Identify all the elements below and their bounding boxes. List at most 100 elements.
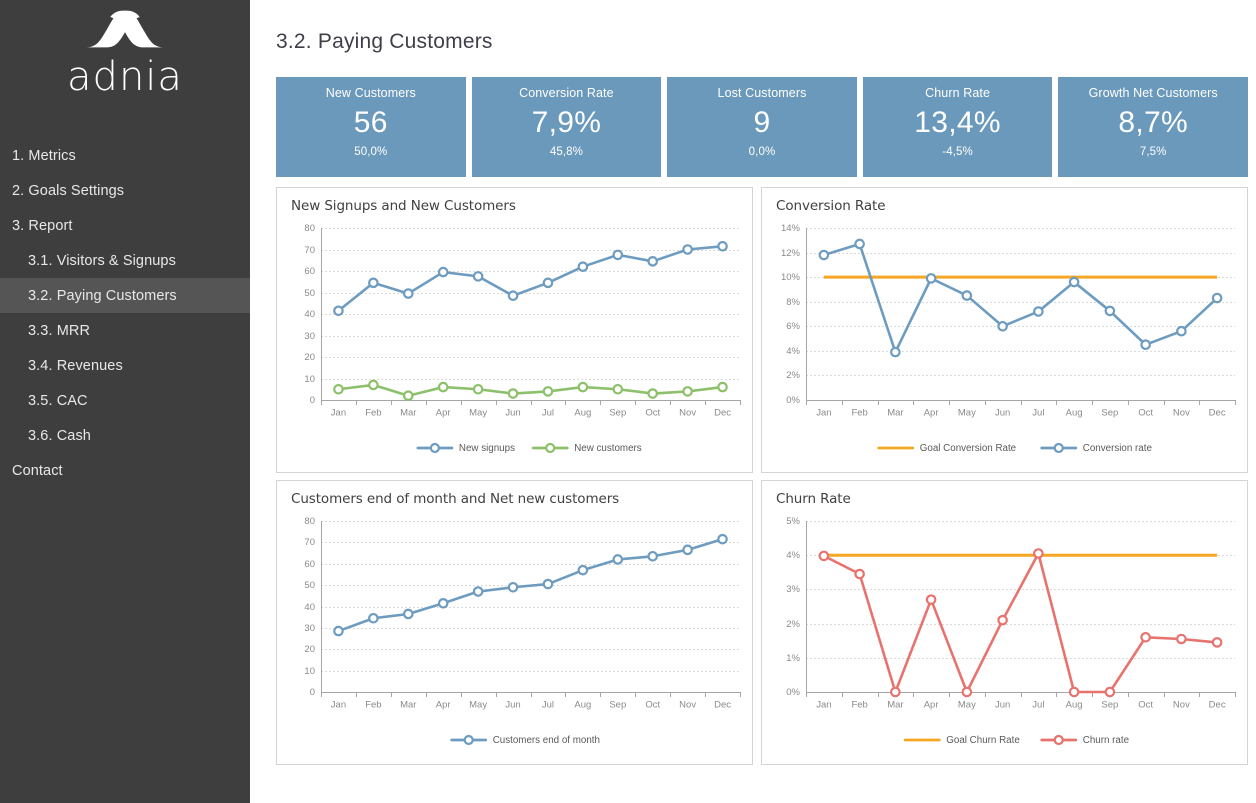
legend-marker xyxy=(463,734,474,746)
data-point-marker xyxy=(542,386,554,397)
sidebar-item-label: Contact xyxy=(12,462,63,479)
chart-grid: New Signups and New Customers 0 10 20 30 40 50… xyxy=(276,187,1248,765)
y-tick-label: 2% xyxy=(786,619,800,630)
data-point-marker xyxy=(1068,276,1080,288)
sidebar-item-3-4-revenues[interactable]: 3.4. Revenues xyxy=(0,348,250,383)
data-point-marker xyxy=(854,238,865,250)
x-tick-label: Oct xyxy=(645,407,660,418)
x-tick-label: Mar xyxy=(887,407,903,418)
kpi-value: 9 xyxy=(753,106,771,139)
data-point-marker xyxy=(507,290,519,302)
x-tick-label: Oct xyxy=(1138,407,1153,418)
sidebar-item-3-1-visitors-signups[interactable]: 3.1. Visitors & Signups xyxy=(0,243,250,278)
sidebar-item-label: 3.4. Revenues xyxy=(28,357,123,374)
brand-logo: adnia xyxy=(0,0,250,110)
y-tick-label: 10 xyxy=(304,374,315,385)
data-point-marker xyxy=(1211,292,1223,304)
sidebar-item-contact[interactable]: Contact xyxy=(0,453,250,488)
data-point-marker xyxy=(961,290,973,301)
sidebar-nav: 1. Metrics 2. Goals Settings 3. Report 3.1.… xyxy=(0,138,250,488)
kpi-value: 8,7% xyxy=(1118,106,1188,139)
data-point-marker xyxy=(1140,339,1151,351)
x-tick-label: Jan xyxy=(331,407,346,418)
x-tick-label: Dec xyxy=(1209,407,1226,418)
y-tick-label: 80 xyxy=(304,223,315,234)
y-tick-label: 40 xyxy=(304,602,315,613)
y-tick-label: 6% xyxy=(786,321,800,332)
y-tick-label: 20 xyxy=(304,352,315,363)
kpi-value: 13,4% xyxy=(914,106,1001,139)
x-tick-label: Sep xyxy=(1101,407,1118,418)
kpi-card-lost-customers[interactable]: Lost Customers 9 0,0% xyxy=(667,77,857,177)
kpi-card-conversion-rate[interactable]: Conversion Rate 7,9% 45,8% xyxy=(471,77,662,177)
data-point-marker xyxy=(647,388,659,399)
y-tick-label: 2% xyxy=(786,370,800,381)
y-tick-label: 0 xyxy=(310,395,315,406)
kpi-card-churn-rate[interactable]: Churn Rate 13,4% -4,5% xyxy=(862,77,1053,177)
x-tick-label: Sep xyxy=(1101,699,1118,710)
x-tick-label: Nov xyxy=(1173,407,1190,418)
sidebar-item-label: 2. Goals Settings xyxy=(12,182,125,199)
data-point-marker xyxy=(818,249,830,261)
data-point-marker xyxy=(368,379,379,391)
x-tick-label: Dec xyxy=(714,407,731,418)
y-tick-label: 60 xyxy=(304,559,315,570)
data-point-marker xyxy=(925,273,937,284)
chart-canvas: 0 10 20 30 40 50 60 70 80 Jan Feb Mar Apr May Jun Jul Au… xyxy=(304,223,741,454)
data-point-marker xyxy=(577,261,589,272)
sidebar-item-2-goals-settings[interactable]: 2. Goals Settings xyxy=(0,173,250,208)
kpi-label: Churn Rate xyxy=(925,86,991,100)
data-point-marker xyxy=(507,388,519,399)
kpi-value: 7,9% xyxy=(531,106,602,139)
y-tick-label: 50 xyxy=(304,288,315,299)
kpi-card-new-customers[interactable]: New Customers 56 50,0% xyxy=(276,77,466,177)
sidebar-item-label: 3. Report xyxy=(12,217,73,234)
data-point-marker xyxy=(507,581,519,593)
data-point-marker xyxy=(333,305,344,317)
y-tick-label: 30 xyxy=(304,331,315,342)
x-tick-label: Oct xyxy=(645,699,660,710)
page-title: 3.2. Paying Customers xyxy=(276,30,493,53)
legend-marker xyxy=(545,442,556,454)
x-tick-label: Aug xyxy=(574,699,591,710)
y-tick-label: 3% xyxy=(786,584,800,595)
sidebar-item-3-3-mrr[interactable]: 3.3. MRR xyxy=(0,313,250,348)
x-tick-label: Jul xyxy=(1032,699,1044,710)
y-tick-label: 10% xyxy=(781,272,801,283)
data-point-marker xyxy=(1104,686,1116,698)
data-point-marker xyxy=(997,320,1008,332)
x-tick-label: Jan xyxy=(331,699,346,710)
sidebar-item-label: 3.6. Cash xyxy=(28,427,91,444)
data-point-marker xyxy=(1140,631,1151,643)
sidebar-item-3-5-cac[interactable]: 3.5. CAC xyxy=(0,383,250,418)
y-tick-label: 0% xyxy=(786,395,800,406)
sidebar-item-1-metrics[interactable]: 1. Metrics xyxy=(0,138,250,173)
x-tick-label: Sep xyxy=(609,407,626,418)
data-point-marker xyxy=(682,386,693,397)
sidebar-item-3-2-paying-customers[interactable]: 3.2. Paying Customers xyxy=(0,278,250,313)
sidebar: adnia 1. Metrics 2. Goals Settings 3. Repo… xyxy=(0,0,250,803)
data-point-marker xyxy=(717,533,728,545)
y-tick-label: 5% xyxy=(786,516,800,527)
data-point-marker xyxy=(1211,637,1223,648)
legend-label: Goal Churn Rate xyxy=(946,735,1020,746)
data-point-marker xyxy=(437,266,449,278)
data-point-marker xyxy=(368,277,379,289)
x-tick-label: May xyxy=(469,699,487,710)
sidebar-item-3-report[interactable]: 3. Report xyxy=(0,208,250,243)
x-tick-label: Mar xyxy=(400,699,416,710)
y-tick-label: 14% xyxy=(781,223,801,234)
data-point-marker xyxy=(997,614,1008,626)
x-tick-label: Dec xyxy=(714,699,731,710)
y-tick-label: 70 xyxy=(304,537,315,548)
brand-name: adnia xyxy=(67,54,183,100)
x-tick-label: Nov xyxy=(679,699,696,710)
x-tick-label: Apr xyxy=(436,699,451,710)
data-point-marker xyxy=(682,244,693,255)
sidebar-item-3-6-cash[interactable]: 3.6. Cash xyxy=(0,418,250,453)
data-point-marker xyxy=(854,568,865,580)
x-tick-label: Feb xyxy=(365,407,381,418)
x-tick-label: Jan xyxy=(816,407,831,418)
y-tick-label: 1% xyxy=(786,653,800,664)
kpi-card-growth-net-customers[interactable]: Growth Net Customers 8,7% 7,5% xyxy=(1058,77,1248,177)
